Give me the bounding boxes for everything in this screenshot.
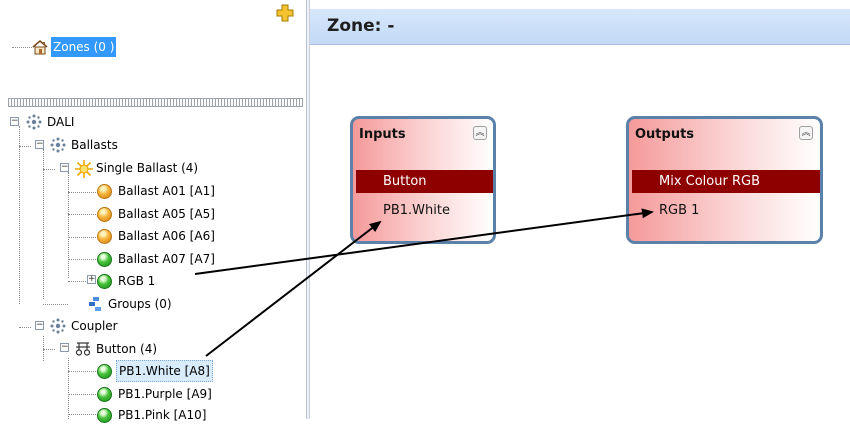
tree-label-pb: PB1.White [A8] <box>116 360 213 382</box>
tree-label-button: Button (4) <box>96 341 158 356</box>
inputs-node[interactable]: Inputs ︽ Button PB1.White <box>350 116 496 244</box>
green-ball-icon <box>97 251 113 267</box>
tree-item-rgb[interactable]: RGB 1 <box>97 270 157 290</box>
tree-item-ballast[interactable]: Ballast A07 [A7] <box>97 248 217 268</box>
zones-root-item[interactable]: Zones (0 ) <box>32 36 117 57</box>
tree-item-ballast[interactable]: Ballast A06 [A6] <box>97 225 217 245</box>
network-icon <box>26 114 42 130</box>
tree-item-pb[interactable]: PB1.White [A8] <box>97 360 213 382</box>
tree-label-ballast: Ballast A07 [A7] <box>118 251 215 266</box>
inputs-node-bar: Button <box>356 170 493 193</box>
tree-item-ballast[interactable]: Ballast A05 [A5] <box>97 203 217 223</box>
tree-label-rgb: RGB 1 <box>118 273 156 288</box>
zones-root-label: Zones (0 ) <box>51 36 117 57</box>
tree-item-pb[interactable]: PB1.Pink [A10] <box>97 404 208 424</box>
tree-item-dali[interactable]: DALI <box>26 111 76 131</box>
outputs-node-item[interactable]: RGB 1 <box>659 203 699 218</box>
button-device-icon <box>75 341 91 357</box>
tree-item-pb[interactable]: PB1.Purple [A9] <box>97 383 214 403</box>
orange-ball-icon <box>97 228 113 244</box>
chevron-up-icon[interactable]: ︽ <box>799 126 813 140</box>
tree-item-button[interactable]: Button (4) <box>75 338 159 358</box>
groups-icon <box>87 296 103 312</box>
tree-label-single-ballast: Single Ballast (4) <box>96 160 199 175</box>
green-ball-icon <box>97 407 113 423</box>
add-zone-icon[interactable] <box>276 4 294 22</box>
network-icon <box>50 137 66 153</box>
green-ball-icon <box>97 363 113 379</box>
chevron-up-icon[interactable]: ︽ <box>473 126 487 140</box>
dali-collapse-toggle[interactable]: − <box>10 117 19 126</box>
tree-item-ballast[interactable]: Ballast A01 [A1] <box>97 180 217 200</box>
inputs-node-item[interactable]: PB1.White <box>383 203 450 218</box>
tree-label-groups: Groups (0) <box>108 296 172 311</box>
green-ball-icon <box>97 273 113 289</box>
green-ball-icon <box>97 386 113 402</box>
network-icon <box>50 318 66 334</box>
vertical-splitter[interactable] <box>306 0 310 419</box>
tree-label-dali: DALI <box>47 114 75 129</box>
zone-title: Zone: - <box>327 16 395 36</box>
tree-label-ballast: Ballast A05 [A5] <box>118 206 215 221</box>
zone-header: Zone: - <box>310 9 850 45</box>
tree-label-ballasts: Ballasts <box>71 137 118 152</box>
tree-label-pb: PB1.Pink [A10] <box>118 407 207 422</box>
single-ballast-collapse-toggle[interactable]: − <box>60 163 69 172</box>
inputs-node-title: Inputs <box>359 127 406 142</box>
ballasts-collapse-toggle[interactable]: − <box>35 140 44 149</box>
zones-panel: Zones (0 ) <box>8 28 306 98</box>
tree-item-coupler[interactable]: Coupler <box>50 315 120 335</box>
horizontal-splitter[interactable] <box>8 98 303 107</box>
outputs-node-bar: Mix Colour RGB <box>632 170 820 193</box>
tree-item-single-ballast[interactable]: Single Ballast (4) <box>75 157 200 178</box>
tree-item-groups[interactable]: Groups (0) <box>87 293 174 313</box>
outputs-node-title: Outputs <box>635 127 695 142</box>
button-collapse-toggle[interactable]: − <box>60 343 69 352</box>
rgb-expand-toggle[interactable]: + <box>87 275 96 284</box>
tree-item-ballasts[interactable]: Ballasts <box>50 134 120 154</box>
tree-label-ballast: Ballast A06 [A6] <box>118 228 215 243</box>
left-panel: Zones (0 ) − − − + − − DALI Ballasts Sin… <box>0 0 306 423</box>
tree-label-coupler: Coupler <box>71 318 118 333</box>
tree-label-pb: PB1.Purple [A9] <box>118 386 212 401</box>
orange-ball-icon <box>97 183 113 199</box>
house-icon <box>32 39 48 55</box>
sun-icon <box>75 159 93 178</box>
orange-ball-icon <box>97 206 113 222</box>
coupler-collapse-toggle[interactable]: − <box>35 321 44 330</box>
tree-label-ballast: Ballast A01 [A1] <box>118 183 215 198</box>
outputs-node[interactable]: Outputs ︽ Mix Colour RGB RGB 1 <box>626 116 823 244</box>
device-tree: − − − + − − DALI Ballasts Single Ballast… <box>0 108 306 423</box>
